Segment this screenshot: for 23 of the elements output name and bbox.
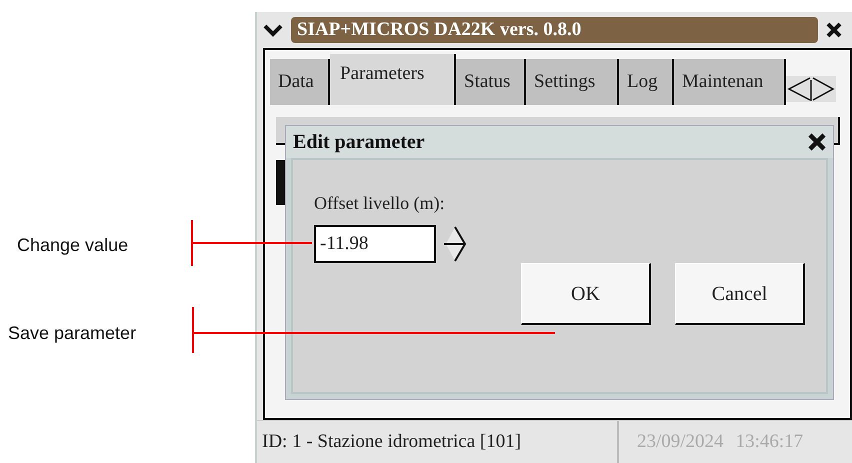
close-icon[interactable] <box>826 22 842 38</box>
tab[interactable]: Log <box>619 59 674 105</box>
tab[interactable]: Maintenan <box>674 59 786 105</box>
dialog-button[interactable]: Cancel <box>675 263 805 325</box>
annotation-label: Change value <box>17 234 128 257</box>
field-label: Offset livello (m): <box>314 192 445 215</box>
value-field[interactable]: -11.98 <box>314 225 436 263</box>
tab[interactable]: Status <box>456 59 526 105</box>
close-icon[interactable] <box>808 133 826 151</box>
annotation-label: Save parameter <box>8 322 136 345</box>
dialog-button[interactable]: OK <box>521 263 651 325</box>
tab[interactable]: Parameters <box>330 54 456 105</box>
tab[interactable]: Settings <box>526 59 619 105</box>
chevron-down-icon[interactable] <box>263 23 283 37</box>
dialog-title: Edit parameter <box>293 130 425 155</box>
window-title: SIAP+MICROS DA22K vers. 0.8.0 <box>291 17 818 43</box>
table-row-marker <box>276 160 285 205</box>
station-label: ID: 1 - Stazione idrometrica [101] <box>257 421 619 463</box>
tab[interactable]: Data <box>270 59 330 105</box>
scroll-arrows-icon[interactable] <box>786 76 836 102</box>
time-label: 13:46:17 <box>736 430 804 454</box>
spinner-arrows-icon[interactable] <box>441 224 469 264</box>
date-label: 23/09/2024 <box>637 430 724 454</box>
